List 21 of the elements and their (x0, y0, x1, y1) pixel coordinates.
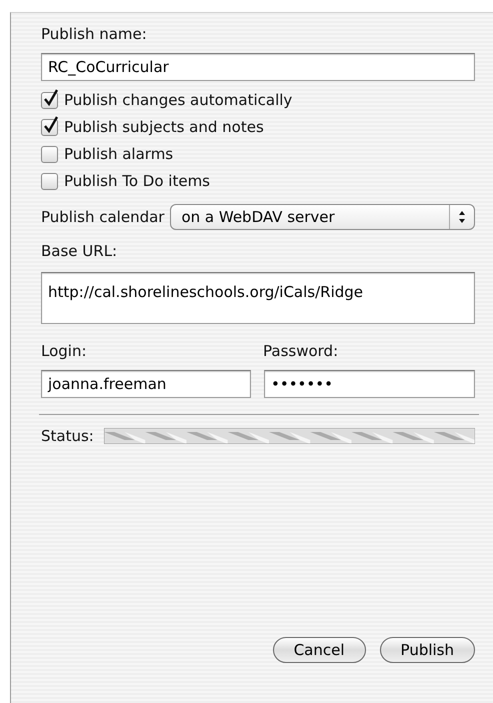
checkbox-label: Publish subjects and notes (64, 118, 264, 136)
checkbox[interactable] (41, 92, 58, 108)
field-label: Publish name: (41, 25, 148, 43)
field-label: Status: (41, 427, 94, 445)
password-field[interactable]: ••••••• (264, 370, 475, 398)
checkbox-label: Publish To Do items (64, 172, 210, 190)
login-field[interactable]: joanna.freeman (41, 370, 251, 398)
field-label: Publish calendar (41, 208, 164, 226)
checkbox[interactable] (41, 172, 58, 190)
field-label: Login: (41, 342, 88, 360)
checkbox[interactable] (41, 146, 58, 162)
checkbox[interactable] (41, 118, 58, 136)
name-field[interactable]: RC_CoCurricular (41, 53, 475, 81)
dialog-button[interactable]: Cancel (272, 637, 366, 663)
field-label: Base URL: (41, 242, 118, 260)
url-field[interactable]: http://cal.shorelineschools.org/iCals/Ridge (41, 272, 475, 324)
checkbox-label: Publish changes automatically (64, 91, 292, 109)
calendar-popup[interactable]: on a WebDAV server (170, 204, 475, 230)
checkbox-label: Publish alarms (64, 145, 174, 163)
field-label: Password: (263, 342, 338, 360)
default-button[interactable]: Publish (380, 637, 475, 663)
